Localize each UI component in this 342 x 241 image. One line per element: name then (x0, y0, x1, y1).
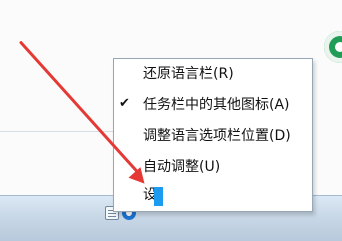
menu-item-label: 还原语言栏(R) (143, 66, 234, 82)
context-menu: 还原语言栏(R) ✔ 任务栏中的其他图标(A) 调整语言选项栏位置(D) 自动调… (113, 58, 313, 212)
menu-item-label: 自动调整(U) (143, 159, 221, 175)
menu-item-restore-language-bar[interactable]: 还原语言栏(R) (114, 62, 312, 86)
check-icon: ✔ (119, 96, 130, 111)
menu-item-settings[interactable]: 设 (114, 183, 312, 207)
selection-highlight-block (154, 187, 163, 206)
menu-item-adjust-language-bar-position[interactable]: 调整语言选项栏位置(D) (114, 124, 312, 148)
menu-item-other-taskbar-icons[interactable]: ✔ 任务栏中的其他图标(A) (114, 93, 312, 117)
menu-item-label: 任务栏中的其他图标(A) (143, 97, 290, 113)
menu-item-label: 调整语言选项栏位置(D) (143, 128, 291, 144)
